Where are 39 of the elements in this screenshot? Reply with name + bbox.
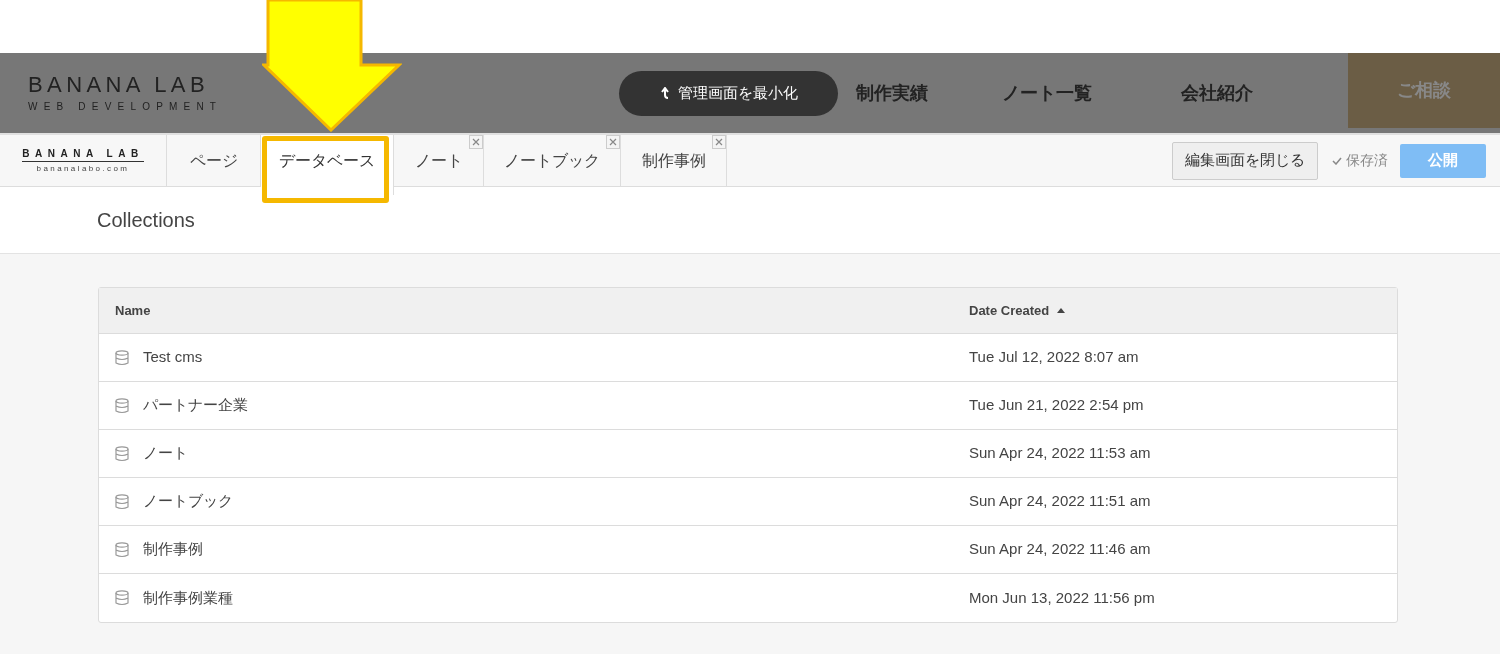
- database-icon: [115, 397, 129, 414]
- collection-name[interactable]: Test cms: [143, 346, 203, 369]
- logo-title[interactable]: BANANA LAB: [22, 148, 144, 162]
- collection-name[interactable]: 制作事例: [143, 538, 203, 561]
- logo-subtitle: WEB DEVELOPMENT: [28, 102, 223, 112]
- tab[interactable]: 制作事例: [621, 135, 727, 186]
- collection-name[interactable]: 制作事例業種: [143, 586, 233, 610]
- date-cell-text: Tue Jun 21, 2022 2:54 pm: [968, 395, 1144, 416]
- close-icon[interactable]: [712, 135, 726, 149]
- date-cell-text: Mon Jun 13, 2022 11:56 pm: [968, 587, 1155, 608]
- collection-name[interactable]: ノート: [143, 442, 188, 465]
- database-icon: [115, 493, 129, 510]
- database-icon: [115, 590, 129, 606]
- close-editor-button[interactable]: 編集画面を閉じる: [1172, 141, 1318, 180]
- column-header[interactable]: Date Created: [953, 300, 1066, 321]
- date-cell-text: Sun Apr 24, 2022 11:46 am: [968, 539, 1151, 560]
- nav-link[interactable]: 制作実績: [852, 79, 933, 107]
- arrow-up-icon: [659, 87, 670, 99]
- tab[interactable]: ノート: [394, 135, 484, 186]
- save-status: 保存済: [1346, 151, 1388, 170]
- page-title: Collections: [97, 208, 195, 233]
- date-cell-text: Sun Apr 24, 2022 11:51 am: [968, 491, 1151, 512]
- logo-subtitle: bananalabo.com: [36, 164, 130, 173]
- nav-link[interactable]: 会社紹介: [1162, 79, 1273, 107]
- database-icon: [115, 541, 129, 558]
- checkmark-icon: [1332, 156, 1342, 165]
- minimize-button[interactable]: 管理画面を最小化: [619, 70, 839, 116]
- close-icon[interactable]: [606, 135, 620, 149]
- database-icon: [115, 349, 129, 366]
- collection-name[interactable]: パートナー企業: [143, 394, 248, 417]
- date-cell-text: Sun Apr 24, 2022 11:53 am: [968, 443, 1151, 464]
- database-icon: [115, 445, 129, 462]
- collection-name[interactable]: ノートブック: [143, 490, 233, 513]
- logo-title[interactable]: BANANA LAB: [28, 74, 223, 96]
- column-header[interactable]: Name: [99, 300, 953, 321]
- nav-link[interactable]: ノート一覧: [992, 79, 1103, 107]
- date-cell-text: Tue Jul 12, 2022 8:07 am: [968, 347, 1139, 368]
- tab[interactable]: ノートブック: [484, 135, 621, 186]
- close-icon[interactable]: [469, 135, 483, 149]
